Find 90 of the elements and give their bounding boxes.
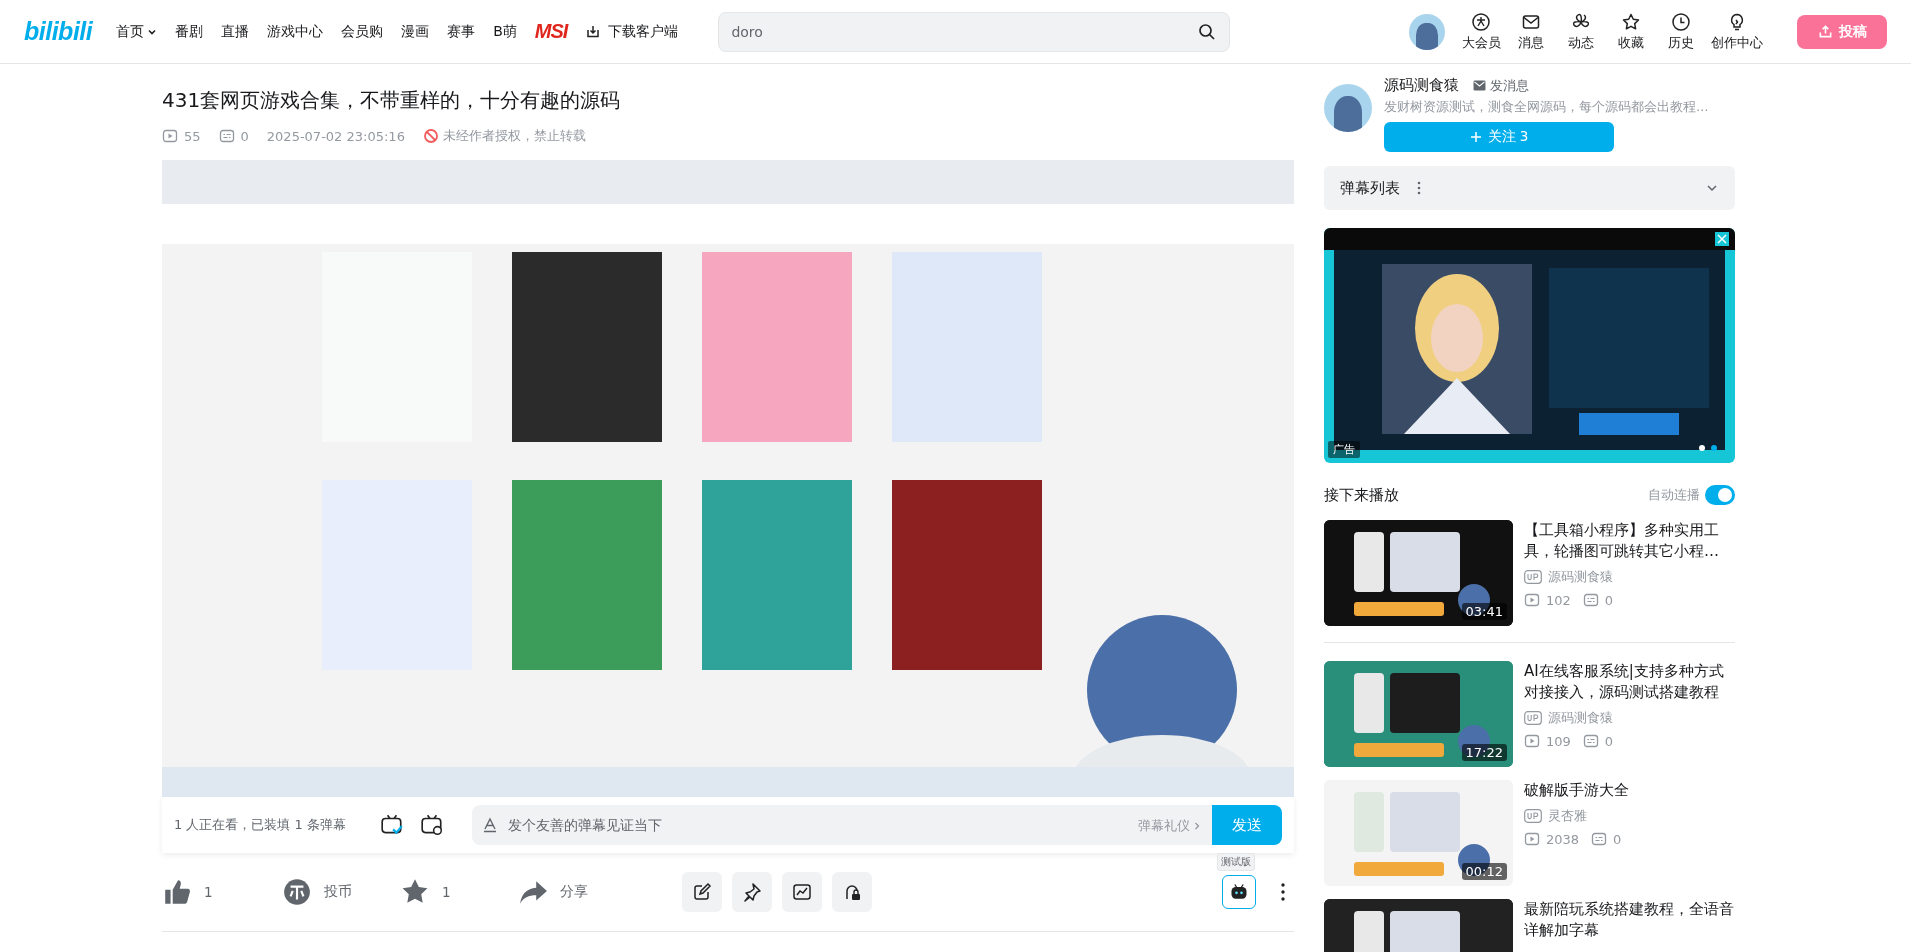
play-count-icon: [1524, 831, 1540, 847]
pencil-icon: [692, 882, 712, 902]
ad-badge: 广告: [1328, 441, 1360, 458]
play-count-icon: [1524, 733, 1540, 749]
brand-link[interactable]: MSI: [534, 20, 568, 43]
header-action[interactable]: 历史: [1661, 11, 1701, 52]
mail-icon: [1473, 80, 1486, 91]
danmaku-count: 0: [1604, 733, 1614, 749]
pin-button[interactable]: [732, 872, 772, 912]
uploader-avatar[interactable]: [1324, 84, 1372, 132]
chart-button[interactable]: [782, 872, 822, 912]
header-action[interactable]: 消息: [1511, 11, 1551, 52]
download-icon: [585, 23, 602, 40]
beta-badge: 测试版: [1217, 853, 1255, 871]
autoplay-switch[interactable]: [1705, 485, 1735, 505]
nav-link[interactable]: 游戏中心: [267, 22, 324, 41]
more-icon[interactable]: [1280, 882, 1286, 902]
view-count: 102: [1546, 592, 1571, 608]
header-action[interactable]: 收藏: [1611, 11, 1651, 52]
assistant-button[interactable]: [1222, 875, 1256, 909]
nav-link[interactable]: 会员购: [341, 22, 384, 41]
nav-link[interactable]: 首页: [116, 22, 158, 41]
video-link[interactable]: 破解版手游大全: [1524, 780, 1629, 801]
danmaku-count-icon: [1591, 831, 1608, 847]
header-action[interactable]: 创作中心: [1711, 11, 1763, 52]
download-link[interactable]: 下载客户端: [585, 22, 679, 41]
pin-icon: [742, 882, 762, 902]
note-button[interactable]: [682, 872, 722, 912]
message-link[interactable]: 发消息: [1473, 76, 1529, 95]
search-field[interactable]: doro: [718, 11, 1231, 52]
vip-icon: [1471, 11, 1491, 32]
prohibited-icon: [422, 128, 439, 144]
coin-button[interactable]: 投币: [282, 877, 400, 907]
panel-title: 弹幕列表: [1340, 178, 1400, 198]
danmaku-count: 0: [240, 128, 249, 144]
viewer-status: 1 人正在看，已装填 1 条弹幕: [174, 816, 346, 834]
video-duration: 00:12: [1461, 863, 1507, 880]
view-count: 2038: [1546, 831, 1580, 847]
star-icon: [1621, 11, 1641, 32]
uploader-description: 发财树资源测试，测食全网源码，每个源码都会出教程…: [1384, 99, 1709, 116]
text-style-icon[interactable]: [481, 817, 498, 833]
video-link[interactable]: AI在线客服系统|支持多种方式对接接入，源码测试搭建教程: [1524, 661, 1735, 703]
danmaku-settings-icon[interactable]: [419, 813, 444, 837]
autoplay-label: 自动连播: [1648, 486, 1700, 504]
view-count: 109: [1546, 733, 1571, 749]
uploader-icon: [1524, 570, 1542, 584]
like-button[interactable]: 1: [162, 877, 282, 907]
danmaku-count: 0: [1604, 592, 1614, 608]
danmaku-count: 0: [1613, 831, 1622, 847]
section-title: 接下来播放: [1324, 485, 1399, 505]
nav-link[interactable]: 漫画: [401, 22, 430, 41]
danmaku-toggle-icon[interactable]: [379, 813, 404, 837]
header-action[interactable]: 大会员: [1461, 11, 1501, 52]
uploader-icon: [1524, 711, 1542, 725]
danmaku-count-icon: [218, 128, 235, 144]
play-count-icon: [1524, 592, 1540, 608]
video-duration: 03:41: [1461, 603, 1507, 620]
publish-date: 2025-07-02 23:05:16: [266, 128, 405, 144]
share-button[interactable]: 分享: [518, 877, 638, 907]
video-duration: 17:22: [1461, 744, 1507, 761]
carousel-dot[interactable]: [1699, 445, 1705, 451]
coin-icon: [282, 877, 312, 907]
copyright-notice: 未经作者授权，禁止转载: [442, 127, 586, 145]
search-icon[interactable]: [1198, 22, 1217, 41]
favorite-button[interactable]: 1: [400, 877, 518, 907]
upload-icon: [1817, 24, 1833, 39]
uploader-name[interactable]: 源码测食猿: [1384, 76, 1459, 95]
header-action[interactable]: 动态: [1561, 11, 1601, 52]
lock-button[interactable]: [832, 872, 872, 912]
clock-icon: [1671, 11, 1691, 32]
nav-link[interactable]: B萌: [493, 22, 517, 41]
danmaku-count-icon: [1582, 592, 1599, 608]
robot-icon: [1229, 882, 1249, 902]
play-count-icon: [162, 128, 178, 144]
thumbs-up-icon: [162, 877, 192, 907]
video-title: 431套网页游戏合集，不带重样的，十分有趣的源码: [162, 87, 622, 114]
chart-icon: [792, 882, 812, 902]
nav-link[interactable]: 赛事: [447, 22, 476, 41]
view-count: 55: [184, 128, 201, 144]
uploader-icon: [1524, 809, 1542, 823]
danmaku-count-icon: [1582, 733, 1599, 749]
plus-icon: [1469, 131, 1482, 143]
chevron-icon: [1192, 821, 1202, 831]
nav-link[interactable]: 直播: [221, 22, 250, 41]
nav-link[interactable]: 番剧: [175, 22, 204, 41]
video-link[interactable]: 最新陪玩系统搭建教程，全语音详解加字幕: [1524, 899, 1735, 941]
carousel-dot[interactable]: [1711, 445, 1717, 451]
danmaku-list-header[interactable]: 弹幕列表: [1324, 166, 1735, 210]
video-link[interactable]: 【工具箱小程序】多种实用工具，轮播图可跳转其它小程…: [1524, 520, 1735, 562]
avatar[interactable]: [1409, 13, 1445, 50]
